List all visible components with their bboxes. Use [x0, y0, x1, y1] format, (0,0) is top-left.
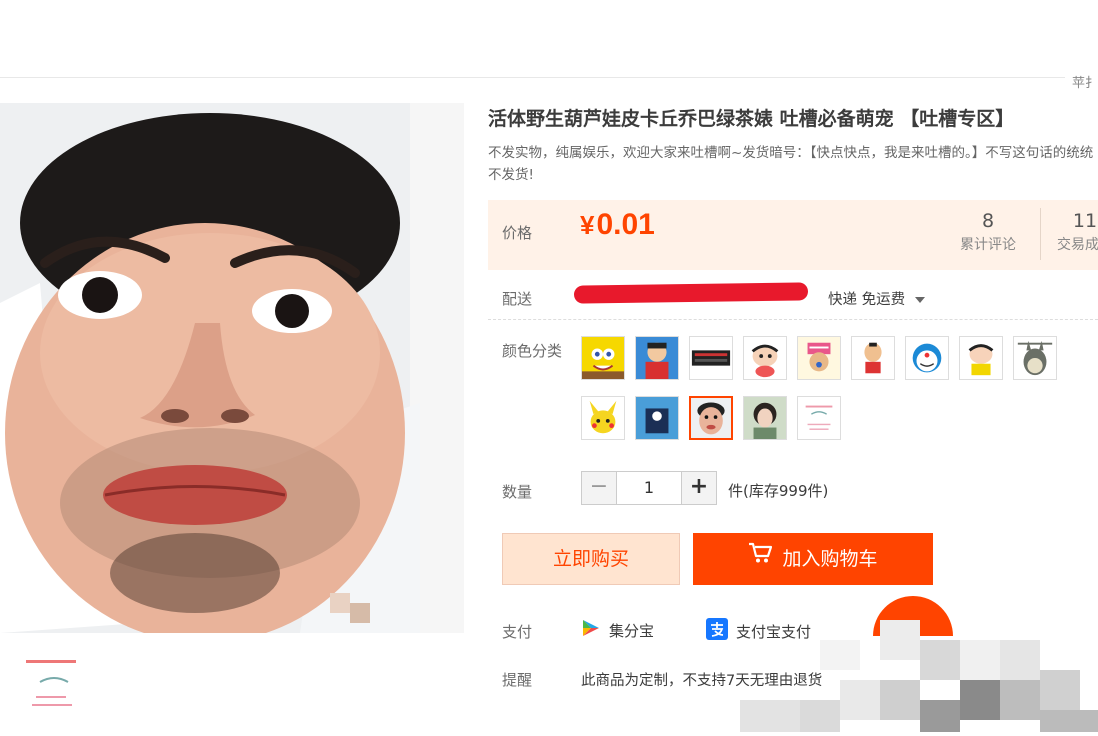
remind-label: 提醒 [502, 671, 533, 689]
product-thumbnail[interactable] [18, 652, 88, 720]
stat-deals-value: 11 [1072, 210, 1098, 232]
swatch-totoro[interactable] [1013, 336, 1057, 380]
jifenbao-icon [581, 618, 601, 642]
swatch-keyboard[interactable] [689, 336, 733, 380]
cart-icon [748, 532, 773, 584]
color-label: 颜色分类 [502, 342, 563, 360]
swatch-doraemon[interactable] [905, 336, 949, 380]
shipping-method-select[interactable]: 快递 免运费 [828, 288, 926, 309]
buy-now-button[interactable]: 立即购买 [502, 533, 680, 585]
payment-jifenbao[interactable]: 集分宝 [581, 618, 654, 642]
stat-comments[interactable]: 8 累计评论 [953, 208, 1023, 260]
price-label: 价格 [502, 224, 533, 242]
add-to-cart-label: 加入购物车 [782, 548, 878, 570]
stat-comments-label: 累计评论 [960, 237, 1016, 253]
quantity-increase-button[interactable]: + [681, 472, 716, 504]
price-amount: 0.01 [596, 208, 655, 241]
header-divider [0, 77, 1065, 78]
stat-deals[interactable]: 11 交易成功 [1040, 208, 1098, 260]
product-subtitle: 不发实物，纯属娱乐，欢迎大家来吐槽啊~发货暗号：【快点快点，我是来吐槽的。】不写… [488, 145, 1094, 183]
swatch-girl-photo[interactable] [743, 396, 787, 440]
swatch-face-photo[interactable] [689, 396, 733, 440]
product-detail: 活体野生葫芦娃皮卡丘乔巴绿茶婊 吐槽必备萌宠 【吐槽专区】 不发实物，纯属娱乐，… [488, 104, 1098, 689]
quantity-stepper: − 1 + [581, 471, 717, 505]
swatch-crayon-shin-chan[interactable] [743, 336, 787, 380]
section-divider [488, 319, 1098, 320]
swatch-spongebob[interactable] [581, 336, 625, 380]
stock-text: 件(库存999件) [728, 482, 829, 500]
currency-symbol: ¥ [580, 210, 595, 240]
chevron-down-icon [915, 297, 926, 303]
product-title: 活体野生葫芦娃皮卡丘乔巴绿茶婊 吐槽必备萌宠 【吐槽专区】 [488, 108, 1015, 130]
mosaic-watermark [700, 600, 1098, 732]
swatch-blue-cartoon[interactable] [635, 396, 679, 440]
quantity-input[interactable]: 1 [617, 472, 681, 504]
add-to-cart-button[interactable]: 加入购物车 [693, 533, 933, 585]
swatch-pikachu[interactable] [581, 396, 625, 440]
swatch-shin-chan[interactable] [959, 336, 1003, 380]
shipping-label: 配送 [502, 290, 533, 308]
jifenbao-label: 集分宝 [609, 621, 655, 640]
redaction-mark [573, 282, 809, 304]
stat-deals-label: 交易成功 [1057, 237, 1098, 253]
price-panel: 价格 ¥0.01 8 累计评论 11 交易成功 [488, 200, 1098, 270]
swatch-cartoon-boy[interactable] [635, 336, 679, 380]
swatch-chopper[interactable] [797, 336, 841, 380]
payment-label: 支付 [502, 623, 533, 641]
quantity-label: 数量 [502, 483, 533, 501]
stat-comments-value: 8 [981, 210, 995, 232]
shipping-method-text: 快递 免运费 [828, 292, 906, 308]
swatch-cartoon-character[interactable] [851, 336, 895, 380]
quantity-decrease-button[interactable]: − [582, 472, 617, 504]
product-main-image[interactable] [0, 103, 464, 633]
price-value: ¥0.01 [580, 208, 655, 242]
header-corner-text[interactable]: 苹扌 [1072, 72, 1098, 91]
swatch-text-card[interactable] [797, 396, 841, 440]
